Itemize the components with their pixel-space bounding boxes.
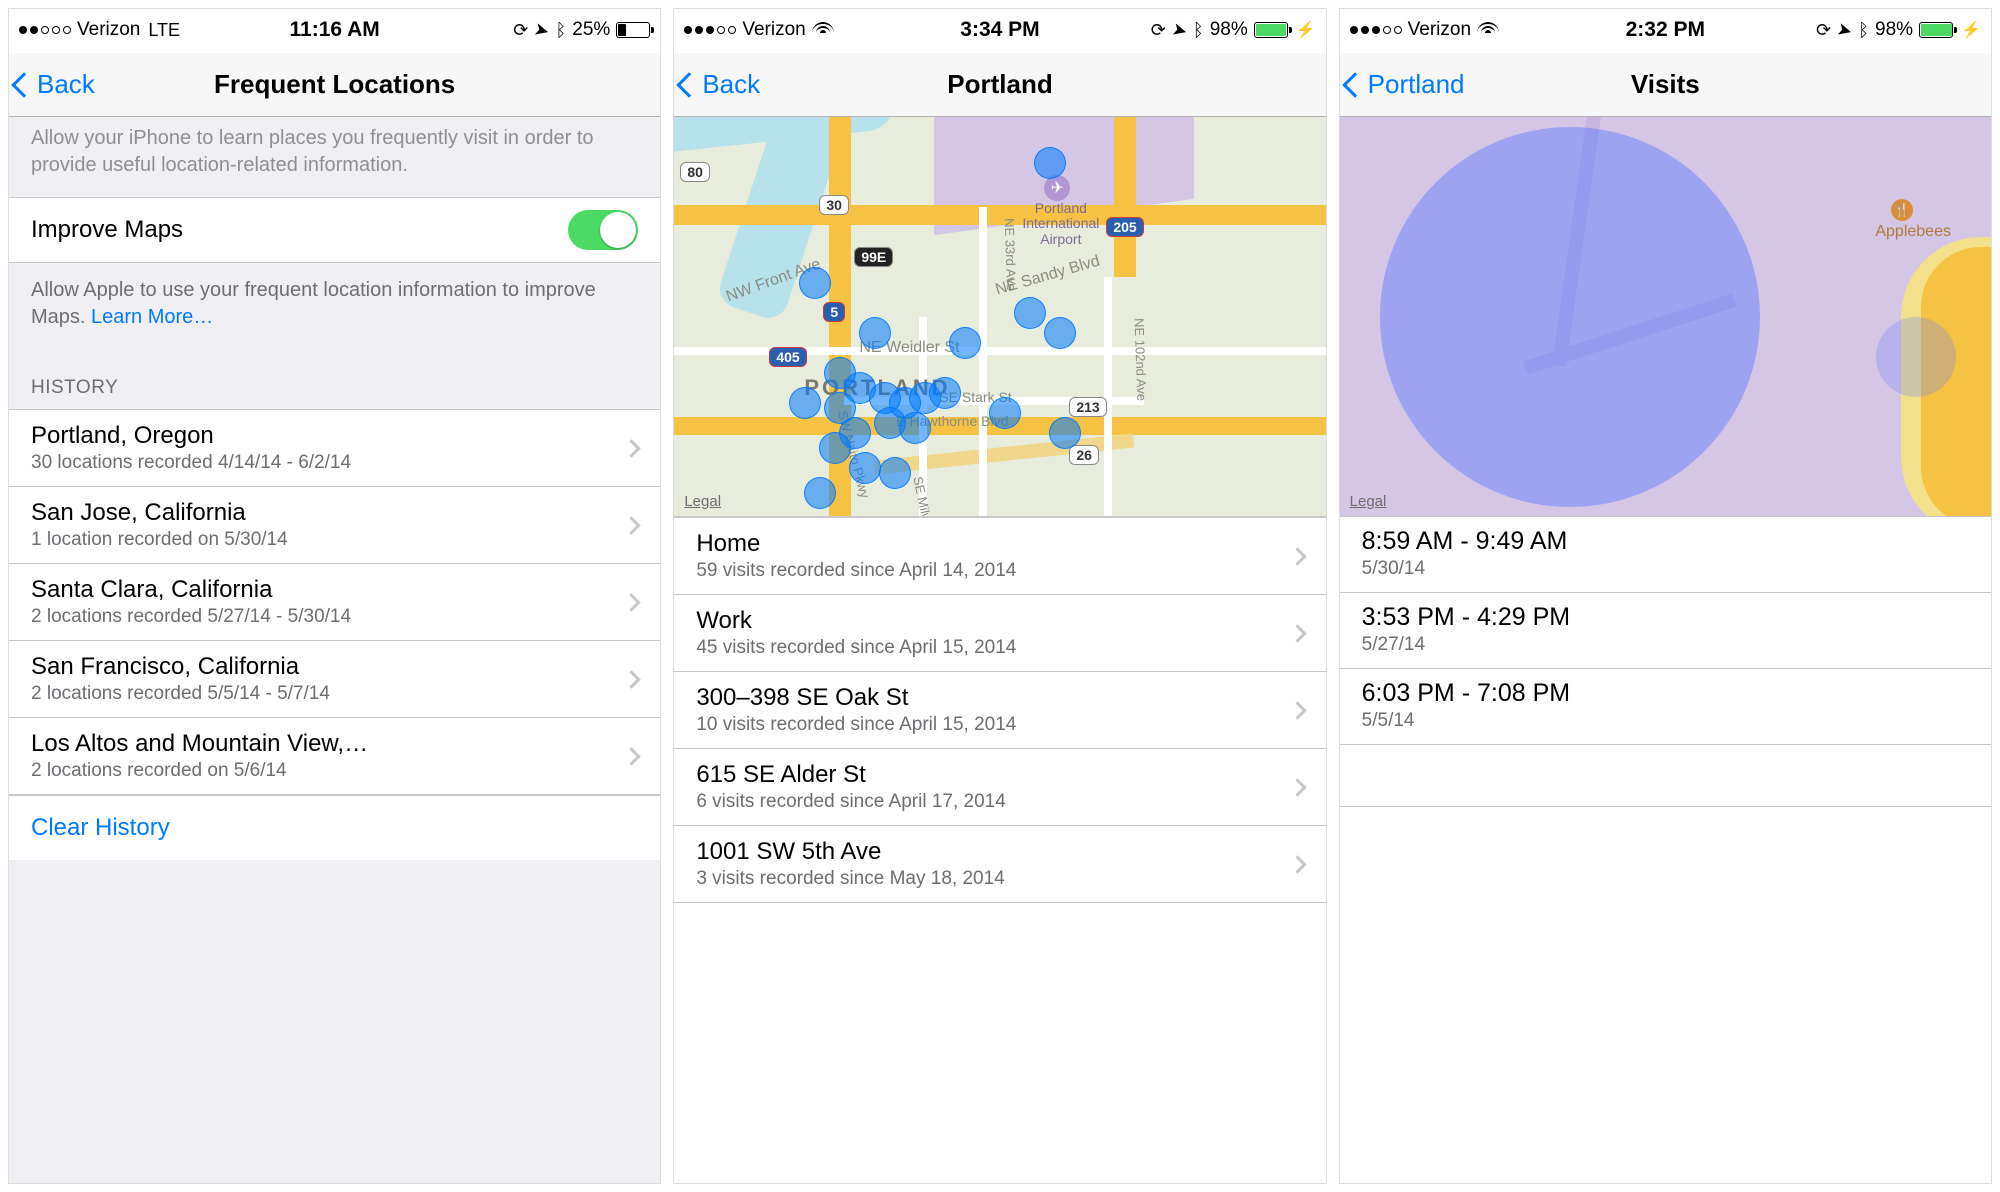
clock: 3:34 PM bbox=[674, 18, 1325, 42]
place-row[interactable]: 300–398 SE Oak St10 visits recorded sinc… bbox=[674, 672, 1325, 749]
chevron-left-icon bbox=[11, 72, 36, 97]
map-legal-link[interactable]: Legal bbox=[1350, 493, 1387, 510]
back-button[interactable]: Back bbox=[15, 53, 95, 116]
restaurant-icon: 🍴 bbox=[1891, 199, 1913, 221]
back-label: Back bbox=[702, 69, 760, 100]
chevron-right-icon bbox=[1288, 778, 1306, 796]
description-text: Allow your iPhone to learn places you fr… bbox=[9, 117, 660, 197]
history-header: HISTORY bbox=[9, 349, 660, 409]
visit-row[interactable]: 3:53 PM - 4:29 PM5/27/14 bbox=[1340, 593, 1991, 669]
nav-bar: Back Portland bbox=[674, 53, 1325, 117]
battery-icon bbox=[616, 22, 650, 38]
history-list: Portland, Oregon30 locations recorded 4/… bbox=[9, 409, 660, 795]
visit-map[interactable]: 🍴 Applebees Legal bbox=[1340, 117, 1991, 517]
place-row[interactable]: Work45 visits recorded since April 15, 2… bbox=[674, 595, 1325, 672]
improve-maps-label: Improve Maps bbox=[31, 216, 183, 244]
chevron-right-icon bbox=[623, 670, 641, 688]
city-map[interactable]: PORTLAND NW Front Ave NE Weidler St NE S… bbox=[674, 117, 1325, 517]
clear-history-button[interactable]: Clear History bbox=[9, 795, 660, 860]
place-row[interactable]: Home59 visits recorded since April 14, 2… bbox=[674, 517, 1325, 595]
chevron-right-icon bbox=[623, 439, 641, 457]
visit-row-empty bbox=[1340, 807, 1991, 869]
visit-row[interactable]: 6:03 PM - 7:08 PM5/5/14 bbox=[1340, 669, 1991, 745]
poi-label: Applebees bbox=[1875, 223, 1951, 241]
chevron-left-icon bbox=[677, 72, 702, 97]
page-title: Frequent Locations bbox=[214, 69, 455, 100]
places-list: Home59 visits recorded since April 14, 2… bbox=[674, 517, 1325, 903]
screen-visits: Verizon 2:32 PM ⟳ ➤ ᛒ 98% ⚡ Portland Vis… bbox=[1339, 8, 1992, 1184]
chevron-right-icon bbox=[623, 516, 641, 534]
improve-maps-row[interactable]: Improve Maps bbox=[9, 197, 660, 263]
history-row[interactable]: Portland, Oregon30 locations recorded 4/… bbox=[9, 409, 660, 487]
chevron-right-icon bbox=[1288, 701, 1306, 719]
back-label: Portland bbox=[1368, 69, 1465, 100]
history-row[interactable]: San Jose, California1 location recorded … bbox=[9, 487, 660, 564]
status-bar: Verizon 2:32 PM ⟳ ➤ ᛒ 98% ⚡ bbox=[1340, 9, 1991, 53]
visits-list: 8:59 AM - 9:49 AM5/30/14 3:53 PM - 4:29 … bbox=[1340, 517, 1991, 1183]
chevron-right-icon bbox=[623, 747, 641, 765]
visit-row-empty bbox=[1340, 745, 1991, 807]
nav-bar: Portland Visits bbox=[1340, 53, 1991, 117]
place-row[interactable]: 1001 SW 5th Ave3 visits recorded since M… bbox=[674, 826, 1325, 903]
history-row[interactable]: San Francisco, California2 locations rec… bbox=[9, 641, 660, 718]
clock: 11:16 AM bbox=[9, 18, 660, 42]
chevron-left-icon bbox=[1342, 72, 1367, 97]
place-row[interactable]: 615 SE Alder St6 visits recorded since A… bbox=[674, 749, 1325, 826]
page-title: Portland bbox=[947, 69, 1052, 100]
visit-row[interactable]: 8:59 AM - 9:49 AM5/30/14 bbox=[1340, 517, 1991, 593]
clock: 2:32 PM bbox=[1340, 18, 1991, 42]
chevron-right-icon bbox=[1288, 855, 1306, 873]
status-bar: Verizon LTE 11:16 AM ⟳ ➤ ᛒ 25% bbox=[9, 9, 660, 53]
battery-icon bbox=[1919, 22, 1953, 38]
airport-label: PortlandInternationalAirport bbox=[1022, 201, 1099, 247]
back-button[interactable]: Portland bbox=[1346, 53, 1465, 116]
history-row[interactable]: Santa Clara, California2 locations recor… bbox=[9, 564, 660, 641]
back-button[interactable]: Back bbox=[680, 53, 760, 116]
location-radius-icon bbox=[1380, 127, 1760, 507]
chevron-right-icon bbox=[1288, 547, 1306, 565]
improve-maps-toggle[interactable] bbox=[568, 210, 638, 250]
page-title: Visits bbox=[1631, 69, 1700, 100]
improve-maps-description: Allow Apple to use your frequent locatio… bbox=[9, 263, 660, 349]
screen-frequent-locations: Verizon LTE 11:16 AM ⟳ ➤ ᛒ 25% Back Freq… bbox=[8, 8, 661, 1184]
nav-bar: Back Frequent Locations bbox=[9, 53, 660, 117]
chevron-right-icon bbox=[1288, 624, 1306, 642]
map-legal-link[interactable]: Legal bbox=[684, 493, 721, 510]
back-label: Back bbox=[37, 69, 95, 100]
battery-icon bbox=[1254, 22, 1288, 38]
history-row[interactable]: Los Altos and Mountain View,…2 locations… bbox=[9, 718, 660, 795]
chevron-right-icon bbox=[623, 593, 641, 611]
screen-city-detail: Verizon 3:34 PM ⟳ ➤ ᛒ 98% ⚡ Back Portlan… bbox=[673, 8, 1326, 1184]
status-bar: Verizon 3:34 PM ⟳ ➤ ᛒ 98% ⚡ bbox=[674, 9, 1325, 53]
learn-more-link[interactable]: Learn More… bbox=[91, 306, 213, 328]
